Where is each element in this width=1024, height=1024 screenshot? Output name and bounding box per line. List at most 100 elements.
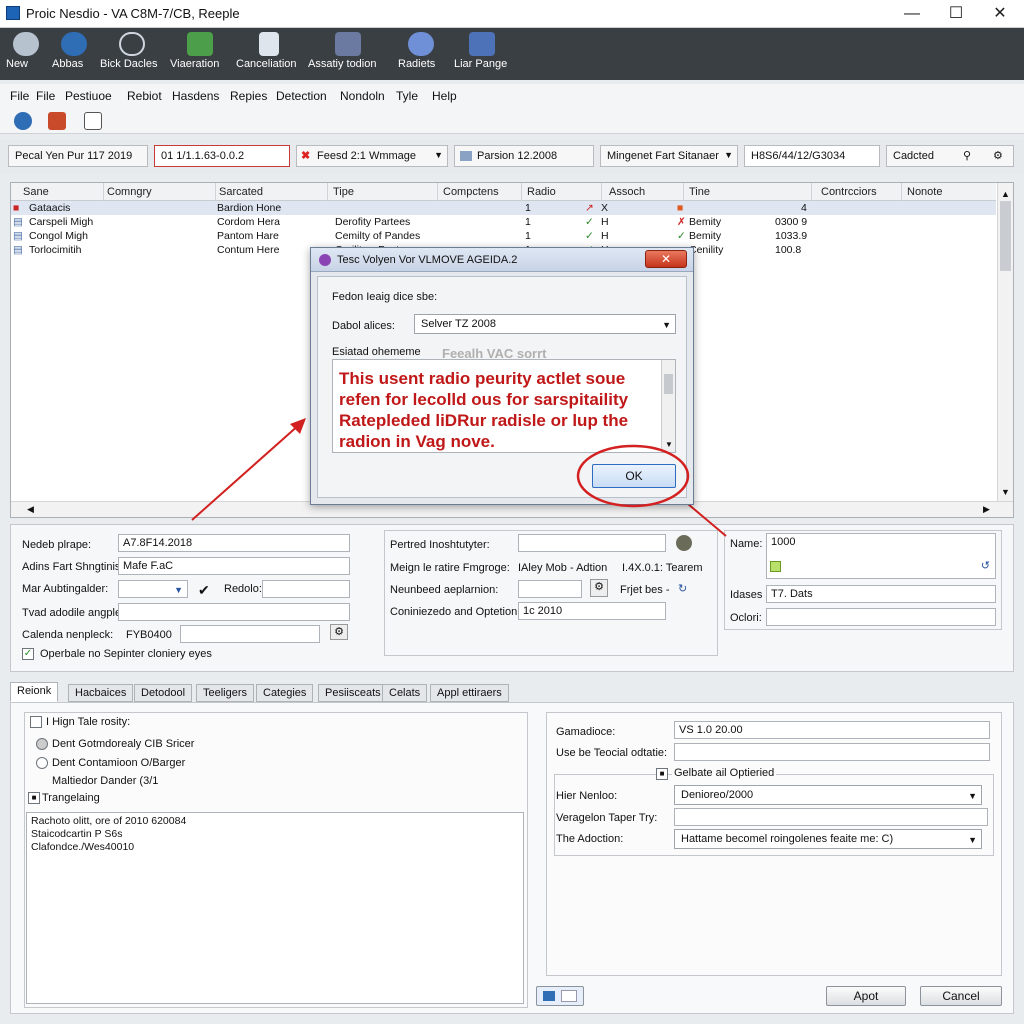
scroll-thumb[interactable] bbox=[1000, 201, 1011, 271]
optieried-checkbox[interactable]: ■ bbox=[656, 768, 668, 780]
toolbar-canceliation-button[interactable]: Canceliation bbox=[236, 32, 302, 78]
date-field[interactable]: Pecal Yen Pur 117 2019 bbox=[8, 145, 148, 167]
trangelaing-checkbox[interactable]: ■ bbox=[28, 792, 40, 804]
view-toggle[interactable] bbox=[536, 986, 584, 1006]
adins-input[interactable]: Mafe F.aC bbox=[118, 557, 350, 575]
notes-textarea[interactable]: Rachoto olitt, ore of 2010 620084 Staico… bbox=[26, 812, 524, 1004]
hign-tale-checkbox[interactable] bbox=[30, 716, 42, 728]
tab-celats[interactable]: Celats bbox=[382, 684, 428, 702]
tvad-input[interactable] bbox=[118, 603, 350, 621]
table-row[interactable]: ▤ Carspeli Migh Cordom Hera Derofity Par… bbox=[11, 215, 996, 229]
radio-contamioon[interactable] bbox=[36, 757, 48, 769]
col-compctens[interactable]: Compctens bbox=[443, 186, 499, 198]
code-field[interactable]: H8S6/44/12/G3034 bbox=[744, 145, 880, 167]
scroll-right-icon[interactable]: ▶ bbox=[983, 504, 990, 515]
tab-teeligers[interactable]: Teeligers bbox=[196, 684, 255, 702]
sync-icon[interactable]: ↺ bbox=[981, 559, 990, 572]
scroll-left-icon[interactable]: ◀ bbox=[27, 504, 34, 515]
status-field[interactable]: Cadcted ⚲ ⚙ bbox=[886, 145, 1014, 167]
menu-file[interactable]: File bbox=[10, 89, 29, 103]
redolo-input[interactable] bbox=[262, 580, 350, 598]
manager-dropdown[interactable]: Mingenet Fart Sitanaer ▼ bbox=[600, 145, 738, 167]
ok-button[interactable]: OK bbox=[592, 464, 676, 488]
menu-nondoln[interactable]: Nondoln bbox=[340, 89, 385, 103]
hier-nenloo-dropdown[interactable]: Denioreo/2000 ▼ bbox=[674, 785, 982, 805]
warning-dropdown[interactable]: ✖ Feesd 2:1 Wmmage ▼ bbox=[296, 145, 448, 167]
scroll-down-icon[interactable]: ▼ bbox=[1001, 487, 1010, 497]
info-icon[interactable] bbox=[14, 112, 32, 130]
aubtingalder-dropdown[interactable]: ▼ bbox=[118, 580, 188, 598]
oclori-input[interactable] bbox=[766, 608, 996, 626]
field-label: Idases bbox=[730, 589, 763, 601]
radio-gotmdorealy[interactable] bbox=[36, 738, 48, 750]
cancel-button[interactable]: Cancel bbox=[920, 986, 1002, 1006]
col-tine[interactable]: Tine bbox=[689, 186, 710, 198]
menu-detection[interactable]: Detection bbox=[276, 89, 327, 103]
col-comngry[interactable]: Comngry bbox=[107, 186, 152, 198]
menu-help[interactable]: Help bbox=[432, 89, 457, 103]
table-row[interactable]: ▤ Congol Migh Pantom Hare Cemilty of Pan… bbox=[11, 229, 996, 243]
settings-gear-icon[interactable]: ⚙ bbox=[330, 624, 348, 640]
veragelon-input[interactable] bbox=[674, 808, 988, 826]
menu-file-2[interactable]: File bbox=[36, 89, 55, 103]
tab-pesiisceats[interactable]: Pesiisceats bbox=[318, 684, 388, 702]
dabol-alices-dropdown[interactable]: Selver TZ 2008 ▼ bbox=[414, 314, 676, 334]
tab-detodool[interactable]: Detodool bbox=[134, 684, 193, 702]
maximize-button[interactable]: ☐ bbox=[936, 2, 976, 26]
col-tipe[interactable]: Tipe bbox=[333, 186, 354, 198]
toolbar-liar-pange-button[interactable]: Liar Pange bbox=[454, 32, 510, 78]
toolbar-bick-dacles-button[interactable]: Bick Dacles bbox=[100, 32, 164, 78]
ip-field[interactable]: 01 1/1.1.63-0.0.2 bbox=[154, 145, 290, 167]
neunbeed-input[interactable] bbox=[518, 580, 582, 598]
grid-vertical-scrollbar[interactable]: ▲ ▼ bbox=[997, 183, 1013, 503]
inoshtutyter-input[interactable] bbox=[518, 534, 666, 552]
screen-icon[interactable] bbox=[84, 112, 102, 130]
menu-tyle[interactable]: Tyle bbox=[396, 89, 418, 103]
tab-appl-ettiraers[interactable]: Appl ettiraers bbox=[430, 684, 509, 702]
col-radio[interactable]: Radio bbox=[527, 186, 556, 198]
toolbar-assatiy-todion-button[interactable]: Assatiy todion bbox=[308, 32, 388, 78]
tab-hacbaices[interactable]: Hacbaices bbox=[68, 684, 134, 702]
calenda-input[interactable] bbox=[180, 625, 320, 643]
adoction-dropdown[interactable]: Hattame becomel roingolenes feaite me: C… bbox=[674, 829, 982, 849]
coniniezedo-input[interactable]: 1c 2010 bbox=[518, 602, 666, 620]
col-contrcciors[interactable]: Contrcciors bbox=[821, 186, 877, 198]
menu-hasdens[interactable]: Hasdens bbox=[172, 89, 219, 103]
tab-reionk[interactable]: Reionk bbox=[10, 682, 59, 702]
menu-rebiot[interactable]: Rebiot bbox=[127, 89, 162, 103]
toolbar-abbas-button[interactable]: Abbas bbox=[52, 32, 96, 78]
scroll-down-icon[interactable]: ▼ bbox=[665, 440, 673, 449]
col-nonote[interactable]: Nonote bbox=[907, 186, 942, 198]
menu-repies[interactable]: Repies bbox=[230, 89, 267, 103]
col-sane[interactable]: Sane bbox=[23, 186, 49, 198]
minimize-button[interactable]: — bbox=[892, 2, 932, 26]
name-input[interactable]: 1000 ↺ bbox=[766, 533, 996, 579]
scroll-up-icon[interactable]: ▲ bbox=[1001, 189, 1010, 199]
settings-gear-icon[interactable]: ⚙ bbox=[590, 579, 608, 597]
table-row[interactable]: ■ Gataacis Bardion Hone 1 ↗ X ■ 4 bbox=[11, 201, 996, 215]
settings-icon[interactable]: ⚙ bbox=[993, 149, 1003, 162]
message-textarea[interactable]: This usent radio peurity actlet soue ref… bbox=[332, 359, 676, 453]
teocial-input[interactable] bbox=[674, 743, 990, 761]
message-scrollbar[interactable]: ▼ bbox=[661, 360, 675, 452]
idases-input[interactable]: T7. Dats bbox=[766, 585, 996, 603]
toolbar-radiets-button[interactable]: Radiets bbox=[398, 32, 444, 78]
nedeb-input[interactable]: A7.8F14.2018 bbox=[118, 534, 350, 552]
pin-icon[interactable]: ⚲ bbox=[963, 149, 971, 162]
apply-button[interactable]: Apot bbox=[826, 986, 906, 1006]
dialog-title: Tesc Volyen Vor VLMOVE AGEIDA.2 bbox=[337, 254, 518, 266]
operbale-checkbox[interactable]: ✓ bbox=[22, 648, 34, 660]
gamadioce-input[interactable]: VS 1.0 20.00 bbox=[674, 721, 990, 739]
tab-categies[interactable]: Categies bbox=[256, 684, 314, 702]
car-icon[interactable] bbox=[48, 112, 66, 130]
col-assoch[interactable]: Assoch bbox=[609, 186, 645, 198]
menu-pestiuoe[interactable]: Pestiuoe bbox=[65, 89, 112, 103]
toolbar-viaeration-button[interactable]: Viaeration bbox=[170, 32, 230, 78]
version-field[interactable]: Parsion 12.2008 bbox=[454, 145, 594, 167]
dialog-close-button[interactable]: ✕ bbox=[645, 250, 687, 268]
col-sarcated[interactable]: Sarcated bbox=[219, 186, 263, 198]
close-button[interactable]: ✕ bbox=[980, 2, 1020, 26]
toolbar-new-button[interactable]: New bbox=[6, 32, 46, 78]
refresh-icon[interactable]: ↻ bbox=[678, 582, 687, 595]
scroll-thumb[interactable] bbox=[664, 374, 673, 394]
